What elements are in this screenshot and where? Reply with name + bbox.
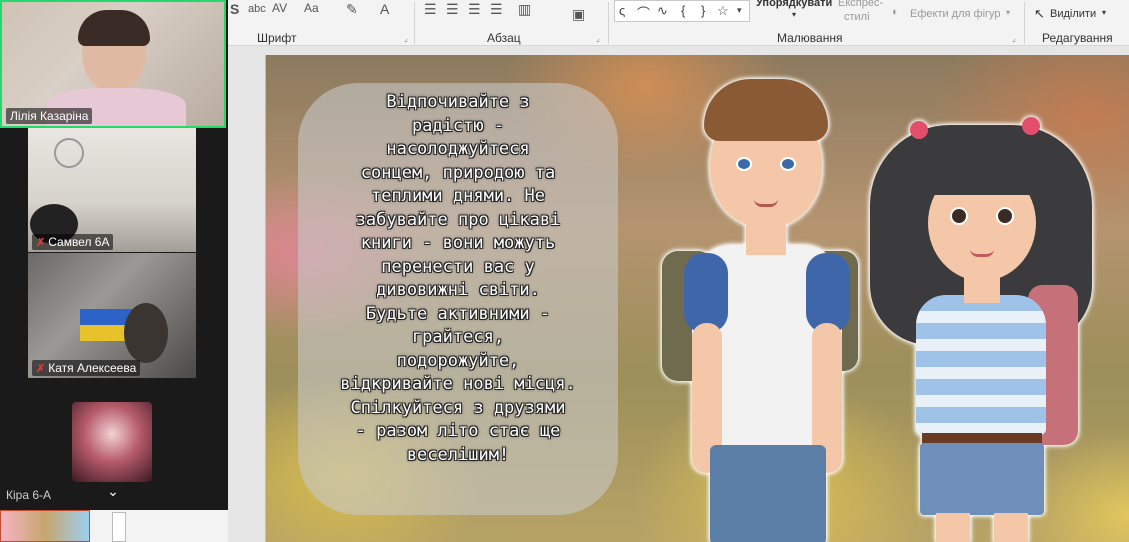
boy-illustration	[656, 65, 876, 542]
select-button[interactable]: Виділити	[1050, 8, 1096, 20]
girl-eye-right-shape	[996, 207, 1014, 225]
boy-hair-shape	[704, 79, 828, 141]
arc-shape-icon[interactable]: ⌒	[637, 3, 650, 22]
slide-thumbnail-strip	[0, 510, 228, 542]
participant-panel: Лілія Казаріна ✗ Самвел 6А ✗ Катя Алексе…	[0, 0, 228, 510]
group-separator	[414, 2, 415, 44]
participant-name: Катя Алексеева	[48, 361, 137, 375]
curve-shape-icon[interactable]: ς	[619, 3, 625, 18]
mic-off-icon: ✗	[36, 236, 46, 249]
font-dialog-launcher-icon[interactable]: ⌟	[404, 34, 408, 43]
font-color-icon[interactable]: A	[380, 1, 389, 17]
group-label-drawing: Малювання	[777, 31, 843, 45]
girl-shorts-shape	[920, 443, 1044, 515]
gallery-scroll-icon[interactable]: ▾	[737, 5, 742, 16]
shape-effects-dropdown-icon[interactable]: ▾	[1006, 8, 1010, 17]
participant-hair-shape	[78, 10, 150, 46]
group-label-paragraph: Абзац	[487, 31, 521, 45]
paragraph-dialog-launcher-icon[interactable]: ⌟	[596, 34, 600, 43]
quick-styles-button[interactable]: Експрес-	[838, 0, 883, 9]
cursor-arrow-icon[interactable]: ↖	[1034, 6, 1045, 22]
star-shape-icon[interactable]: ☆	[717, 3, 729, 19]
boy-eye-right-shape	[780, 157, 796, 171]
columns-icon[interactable]: ▥	[518, 1, 531, 18]
participant-name-tag: ✗ Катя Алексеева	[32, 360, 141, 376]
boy-jeans-shape	[710, 445, 826, 542]
girl-hair-tie-right-shape	[1022, 117, 1040, 135]
boy-sleeve-right-shape	[806, 253, 850, 333]
mic-off-icon: ✗	[36, 362, 46, 375]
scrollbar[interactable]	[112, 512, 126, 542]
girl-eye-left-shape	[950, 207, 968, 225]
participant-avatar[interactable]	[72, 402, 152, 482]
select-dropdown-icon[interactable]: ▾	[1102, 8, 1106, 17]
chevron-down-icon[interactable]: ⌄	[103, 482, 123, 500]
slide-text-box[interactable]: Відпочивайте з радістю - насолоджуйтеся …	[306, 91, 610, 467]
participant-name: Лілія Казаріна	[10, 109, 89, 123]
arrange-button[interactable]: Упорядкувати	[756, 0, 832, 9]
strikethrough-abc-icon[interactable]: abc	[248, 3, 266, 15]
participant-tile-active-speaker[interactable]: Лілія Казаріна	[0, 0, 226, 128]
girl-illustration	[866, 95, 1096, 542]
girl-leg-left-shape	[936, 513, 970, 542]
arrange-dropdown-icon[interactable]: ▾	[792, 10, 796, 19]
screen: Лілія Казаріна ✗ Самвел 6А ✗ Катя Алексе…	[0, 0, 1129, 542]
ribbon: S abc AV Aa ✎ A Шрифт ⌟ ☰ ☰ ☰ ☰ ▥ ▣ Абза…	[228, 0, 1129, 46]
shape-effects-icon[interactable]: ◐	[892, 6, 899, 18]
align-center-icon[interactable]: ☰	[446, 1, 459, 18]
boy-eye-left-shape	[736, 157, 752, 171]
participant-name: Самвел 6А	[48, 235, 110, 249]
girl-shirt-shape	[916, 295, 1046, 435]
group-label-editing: Редагування	[1042, 31, 1113, 45]
align-right-icon[interactable]: ☰	[468, 1, 481, 18]
group-separator	[608, 2, 609, 44]
shape-effects-button[interactable]: Ефекти для фігур	[910, 8, 1001, 20]
strikethrough-icon[interactable]: S	[230, 1, 239, 17]
participant-hair-shape	[124, 303, 168, 363]
participant-tile[interactable]: ✗ Катя Алексеева	[28, 253, 196, 378]
group-label-font: Шрифт	[257, 31, 297, 45]
change-case-icon[interactable]: Aa	[304, 1, 319, 15]
slide-editor: Відпочивайте з радістю - насолоджуйтеся …	[228, 46, 1129, 542]
group-separator	[1024, 2, 1025, 44]
wave-shape-icon[interactable]: ∿	[657, 3, 668, 19]
justify-icon[interactable]: ☰	[490, 1, 503, 18]
ceiling-lamp-shape	[54, 138, 84, 168]
girl-leg-right-shape	[994, 513, 1028, 542]
quick-styles-label: стилі	[844, 11, 870, 23]
participant-name-tag: Лілія Казаріна	[6, 108, 93, 124]
girl-bangs-shape	[924, 151, 1040, 195]
participant-name-tag: ✗ Самвел 6А	[32, 234, 114, 250]
girl-hair-tie-left-shape	[910, 121, 928, 139]
drawing-dialog-launcher-icon[interactable]: ⌟	[1012, 34, 1016, 43]
highlight-icon[interactable]: ✎	[346, 1, 358, 18]
participant-tile[interactable]: ✗ Самвел 6А	[28, 128, 196, 252]
participant-name: Кіра 6-А	[6, 488, 52, 502]
smartart-icon[interactable]: ▣	[572, 6, 585, 23]
slide-thumbnail[interactable]	[0, 510, 90, 542]
align-left-icon[interactable]: ☰	[424, 1, 437, 18]
character-spacing-icon[interactable]: AV	[272, 1, 287, 15]
shapes-gallery[interactable]: ς ⌒ ∿ { } ☆ ▾	[614, 0, 750, 22]
brace-left-icon[interactable]: {	[681, 3, 685, 18]
slide-canvas[interactable]: Відпочивайте з радістю - насолоджуйтеся …	[265, 55, 1129, 542]
brace-right-icon[interactable]: }	[701, 3, 705, 18]
boy-sleeve-left-shape	[684, 253, 728, 333]
